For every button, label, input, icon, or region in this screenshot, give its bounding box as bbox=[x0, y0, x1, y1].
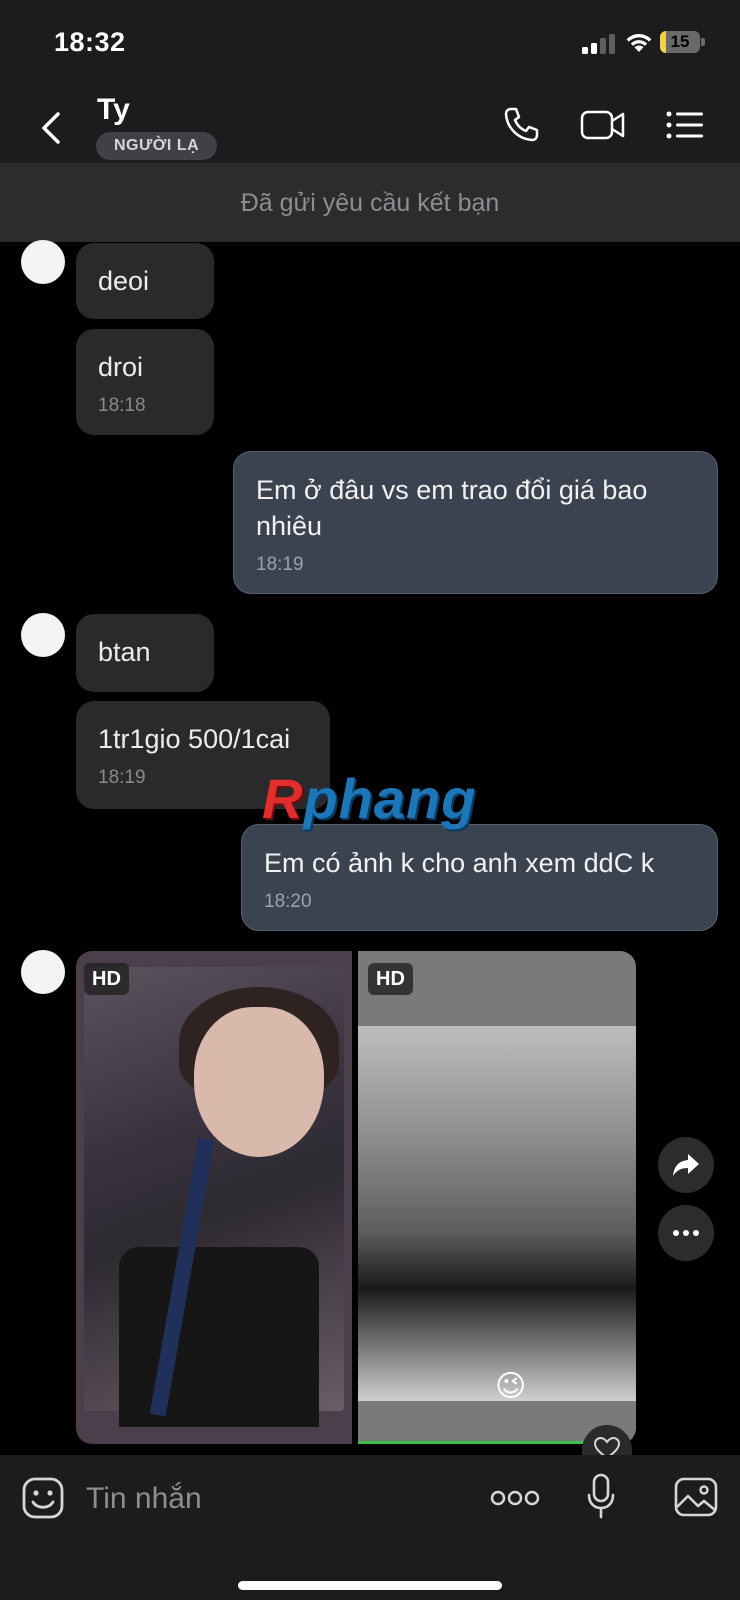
stranger-badge: NGƯỜI LẠ bbox=[96, 132, 218, 160]
forward-icon bbox=[673, 1154, 699, 1176]
message-text: btan bbox=[98, 637, 151, 667]
message-bubble-incoming[interactable]: deoi bbox=[76, 243, 214, 319]
home-indicator[interactable] bbox=[238, 1581, 502, 1590]
message-bubble-outgoing[interactable]: Em có ảnh k cho anh xem ddC k 18:20 bbox=[241, 824, 718, 931]
more-icon[interactable] bbox=[490, 1489, 540, 1507]
message-time: 18:20 bbox=[264, 891, 312, 912]
battery-icon: 15 bbox=[660, 31, 706, 55]
message-text: deoi bbox=[98, 266, 150, 296]
cellular-signal-icon bbox=[582, 34, 615, 54]
photo-image: 😉 bbox=[358, 1026, 636, 1403]
status-bar: 18:32 15 bbox=[0, 0, 740, 90]
image-icon[interactable] bbox=[674, 1477, 718, 1517]
contact-avatar[interactable] bbox=[21, 240, 65, 284]
message-input[interactable] bbox=[84, 1473, 468, 1525]
contact-avatar[interactable] bbox=[21, 613, 65, 657]
more-options-button[interactable] bbox=[658, 1205, 714, 1261]
watermark-logo: Rphang bbox=[262, 767, 477, 830]
photo-thumbnail[interactable]: HD bbox=[76, 951, 352, 1444]
message-text: 1tr1gio 500/1cai bbox=[98, 724, 291, 754]
phone-icon[interactable] bbox=[502, 106, 540, 144]
message-bubble-incoming[interactable]: btan bbox=[76, 614, 214, 692]
battery-level: 15 bbox=[670, 32, 690, 51]
photo-album: HD 😉 HD bbox=[76, 951, 636, 1444]
sticker-icon[interactable] bbox=[22, 1477, 64, 1519]
menu-icon[interactable] bbox=[666, 110, 704, 140]
wink-sticker: 😉 bbox=[495, 1370, 527, 1403]
contact-name[interactable]: Ty bbox=[97, 93, 130, 127]
message-time: 18:18 bbox=[98, 395, 146, 416]
video-call-icon[interactable] bbox=[580, 108, 626, 142]
friend-request-banner: Đã gửi yêu cầu kết bạn bbox=[0, 164, 740, 242]
message-bubble-incoming[interactable]: droi 18:18 bbox=[76, 329, 214, 435]
more-options-icon bbox=[673, 1230, 699, 1236]
message-input-bar bbox=[0, 1455, 740, 1600]
photo-thumbnail[interactable]: 😉 HD bbox=[358, 951, 636, 1444]
message-text: droi bbox=[98, 352, 144, 382]
hd-badge: HD bbox=[84, 963, 129, 995]
message-time: 18:19 bbox=[256, 554, 304, 575]
status-time: 18:32 bbox=[54, 27, 126, 57]
message-bubble-outgoing[interactable]: Em ở đâu vs em trao đổi giá bao nhiêu 18… bbox=[233, 451, 718, 594]
contact-avatar[interactable] bbox=[21, 950, 65, 994]
forward-button[interactable] bbox=[658, 1137, 714, 1193]
chat-header: Ty NGƯỜI LẠ bbox=[0, 90, 740, 164]
message-text: Em ở đâu vs em trao đổi giá bao nhiêu bbox=[256, 475, 648, 541]
microphone-icon[interactable] bbox=[586, 1473, 616, 1519]
photo-image bbox=[84, 967, 344, 1427]
message-text: Em có ảnh k cho anh xem ddC k bbox=[264, 848, 655, 878]
wifi-icon bbox=[626, 34, 652, 52]
back-icon[interactable] bbox=[36, 108, 66, 148]
hd-badge: HD bbox=[368, 963, 413, 995]
